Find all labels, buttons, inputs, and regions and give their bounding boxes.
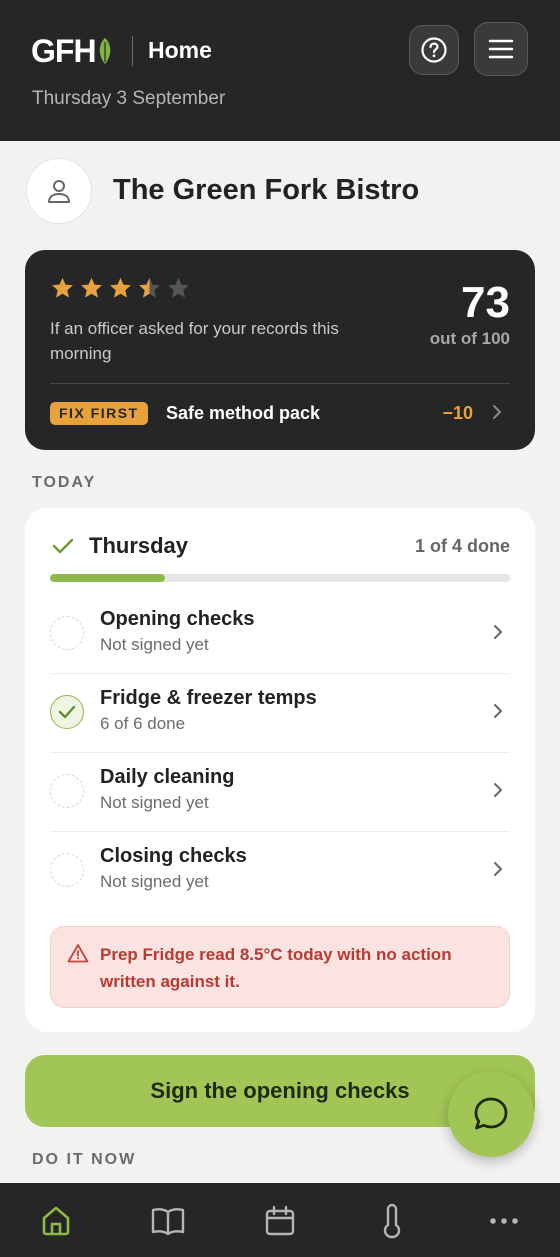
task-status: Not signed yet [100, 872, 209, 891]
calendar-icon [265, 1205, 295, 1236]
star-icon-half [139, 277, 160, 298]
task-fridge-freezer-temps[interactable]: Fridge & freezer temps 6 of 6 done [50, 673, 510, 752]
logo-text: GFH [31, 32, 97, 69]
nav-more[interactable] [484, 1201, 524, 1241]
check-icon [52, 538, 74, 554]
nav-calendar[interactable] [260, 1201, 300, 1241]
business-avatar[interactable] [26, 158, 92, 224]
task-status: Not signed yet [100, 793, 209, 812]
fix-first-badge: FIX FIRST [50, 402, 148, 425]
chat-button[interactable] [448, 1071, 534, 1157]
fix-item-label[interactable]: Safe method pack [166, 403, 320, 424]
book-icon [151, 1208, 185, 1236]
task-title: Opening checks [100, 608, 255, 630]
chat-bubble-icon [474, 1097, 508, 1130]
chevron-right-icon [494, 783, 502, 797]
warning-triangle-icon [67, 944, 89, 963]
star-icon-full [110, 277, 131, 298]
task-title: Closing checks [100, 845, 247, 867]
nav-records[interactable] [148, 1201, 188, 1241]
status-circle-done [50, 695, 84, 729]
today-section-label: TODAY [32, 474, 97, 491]
task-status: 6 of 6 done [100, 714, 186, 733]
thermometer-icon [383, 1203, 401, 1239]
gfh-logo[interactable]: GFH [31, 33, 112, 69]
task-daily-cleaning[interactable]: Daily cleaning Not signed yet [50, 752, 510, 831]
score-divider [50, 383, 510, 384]
nav-temperatures[interactable] [372, 1201, 412, 1241]
help-circle-icon [421, 37, 447, 63]
temperature-alert[interactable]: Prep Fridge read 8.5°C today with no act… [50, 926, 510, 1008]
score-out-of: out of 100 [429, 329, 510, 348]
today-card: Thursday 1 of 4 done Opening checks Not … [25, 508, 535, 1032]
task-opening-checks[interactable]: Opening checks Not signed yet [50, 594, 510, 673]
hamburger-menu-icon [488, 39, 514, 59]
chevron-right-icon [494, 704, 502, 718]
help-button[interactable] [409, 25, 459, 75]
chevron-right-icon [494, 862, 502, 876]
chevron-right-icon[interactable] [491, 402, 503, 422]
do-it-now-section-label: DO IT NOW [32, 1151, 137, 1168]
header-divider [132, 36, 133, 66]
status-circle [50, 774, 84, 808]
score-description: If an officer asked for your records thi… [50, 319, 339, 363]
nav-home[interactable] [36, 1201, 76, 1241]
more-icon [490, 1218, 518, 1224]
score-value: 73 [461, 278, 510, 327]
check-icon [58, 705, 76, 719]
task-title: Daily cleaning [100, 766, 235, 788]
task-title: Fridge & freezer temps [100, 687, 317, 709]
star-icon-empty [168, 277, 189, 298]
header-date: Thursday 3 September [32, 88, 226, 109]
star-icon-full [52, 277, 73, 298]
star-icon-full [81, 277, 102, 298]
day-progress-bar [50, 574, 510, 582]
bottom-navigation [0, 1183, 560, 1257]
chevron-right-icon [494, 625, 502, 639]
user-icon [48, 180, 70, 203]
leaf-icon [99, 38, 110, 64]
done-count: 1 of 4 done [414, 536, 510, 556]
menu-button[interactable] [474, 22, 528, 76]
home-icon [42, 1206, 70, 1236]
alert-text: Prep Fridge read 8.5°C today with no act… [100, 945, 452, 991]
status-circle [50, 853, 84, 887]
day-title: Thursday [89, 533, 189, 558]
task-closing-checks[interactable]: Closing checks Not signed yet [50, 831, 510, 910]
star-rating [50, 276, 191, 300]
day-progress-fill [50, 574, 165, 582]
page-title: Home [148, 37, 212, 63]
status-circle [50, 616, 84, 650]
business-name: The Green Fork Bistro [113, 174, 420, 206]
inspection-score-card[interactable]: If an officer asked for your records thi… [25, 250, 535, 450]
app-header: GFH Home Thursday 3 September [0, 0, 560, 141]
task-status: Not signed yet [100, 635, 209, 654]
fix-points: −10 [442, 403, 473, 423]
